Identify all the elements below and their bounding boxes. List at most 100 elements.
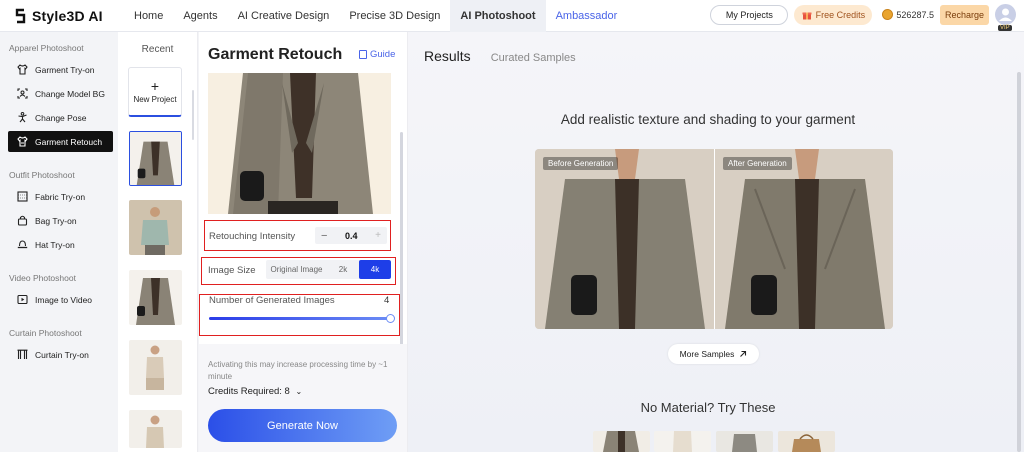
sidebar-item-label: Change Pose [35,112,87,123]
top-navigation-bar: Style3D AI Home Agents AI Creative Desig… [0,0,1024,32]
book-icon [359,50,367,59]
tab-results[interactable]: Results [424,48,471,64]
results-scrollbar[interactable] [1017,72,1021,452]
coin-icon [882,9,894,20]
recharge-button[interactable]: Recharge [939,4,989,25]
image-size-label: Image Size [208,265,256,276]
tab-curated-samples[interactable]: Curated Samples [491,52,576,64]
sidebar-item-image-to-video[interactable]: Image to Video [0,289,118,310]
more-samples-button[interactable]: More Samples [668,344,759,364]
my-projects-button[interactable]: My Projects [710,4,789,25]
avatar[interactable]: VIP [995,4,1016,31]
plus-icon: + [150,78,160,94]
sidebar-item-garment-try-on[interactable]: Garment Try-on [0,59,118,80]
panel-scrollbar[interactable] [400,132,403,352]
sidebar-item-label: Bag Try-on [35,215,77,226]
logo-text: Style3D AI [32,7,103,24]
sidebar-item-change-model-bg[interactable]: Change Model BG [0,83,118,104]
retouching-intensity-value[interactable]: 0.4 [345,231,358,241]
nav-ai-creative-design[interactable]: AI Creative Design [228,0,340,32]
section-title-apparel: Apparel Photoshoot [9,43,84,53]
sidebar-item-change-pose[interactable]: Change Pose [0,107,118,128]
fabric-icon [17,191,28,202]
nav-precise-3d-design[interactable]: Precise 3D Design [339,0,450,32]
guide-link[interactable]: Guide [359,49,395,60]
size-option-2k[interactable]: 2k [327,260,359,279]
results-area: Results Curated Samples Add realistic te… [407,32,1024,452]
main-nav: Home Agents AI Creative Design Precise 3… [124,0,627,32]
after-image [715,149,893,329]
minus-icon[interactable]: − [321,230,327,242]
nav-home[interactable]: Home [124,0,173,32]
credits-required[interactable]: Credits Required: 8 ⌄ [208,386,302,397]
slider-handle[interactable] [386,314,395,323]
sidebar-item-fabric-try-on[interactable]: Fabric Try-on [0,186,118,207]
sidebar-item-label: Garment Try-on [35,64,95,75]
retouching-intensity-stepper[interactable]: − 0.4 + [315,227,387,244]
retouching-intensity-label: Retouching Intensity [209,231,296,242]
before-after-comparison: Before Generation After Generation [535,149,893,329]
sample-material-4[interactable] [778,431,835,452]
results-headline: Add realistic texture and shading to you… [560,112,856,127]
sidebar-item-bag-try-on[interactable]: Bag Try-on [0,210,118,231]
guide-label: Guide [370,49,396,60]
sidebar-item-garment-retouch[interactable]: Garment Retouch [8,131,113,152]
more-samples-label: More Samples [679,349,735,359]
section-title-curtain: Curtain Photoshoot [9,328,82,338]
size-option-original[interactable]: Original Image [266,260,327,279]
nav-ai-photoshoot[interactable]: AI Photoshoot [450,0,546,32]
before-generation-label: Before Generation [543,157,619,170]
sample-material-1[interactable] [593,431,650,452]
recent-scrollbar[interactable] [192,90,194,140]
recent-thumbnail-1[interactable] [129,131,182,186]
chevron-down-icon: ⌄ [295,387,303,396]
retouch-shirt-icon [17,136,28,147]
sample-material-2[interactable] [654,431,711,452]
image-size-selector: Original Image 2k 4k [266,260,391,279]
hat-icon [17,240,28,249]
recent-thumbnail-5[interactable] [129,410,182,448]
recent-title: Recent [141,44,174,55]
new-project-button[interactable]: + New Project [128,67,182,117]
free-credits-button[interactable]: Free Credits [794,4,873,25]
generated-images-count: 4 [384,295,390,306]
free-credits-label: Free Credits [815,9,866,20]
recent-projects-column: Recent + New Project [118,32,198,452]
results-tabs: Results Curated Samples [424,48,576,64]
sidebar-item-hat-try-on[interactable]: Hat Try-on [0,234,118,255]
tool-sidebar: Apparel Photoshoot Garment Try-on Change… [0,32,118,452]
sidebar-item-label: Image to Video [35,294,93,305]
recent-thumbnail-3[interactable] [129,270,182,325]
shirt-icon [17,64,28,75]
sidebar-item-label: Curtain Try-on [35,349,89,360]
bag-icon [17,215,28,226]
size-option-4k[interactable]: 4k [359,260,391,279]
video-icon [17,294,28,305]
credit-balance-value: 526287.5 [896,9,934,20]
sidebar-item-label: Fabric Try-on [35,191,86,202]
plus-icon[interactable]: + [375,230,381,241]
recent-thumbnail-4[interactable] [129,340,182,395]
arrow-up-right-icon [740,350,747,357]
processing-time-note: Activating this may increase processing … [208,360,388,381]
generated-images-slider[interactable] [209,317,391,320]
pose-icon [18,112,27,123]
curtain-icon [17,349,28,359]
logo[interactable]: Style3D AI [14,8,124,24]
panel-title: Garment Retouch [208,46,343,63]
garment-retouch-panel: Garment Retouch Guide Retouching Intensi… [199,32,407,452]
after-generation-label: After Generation [723,157,792,170]
frame-person-icon [17,88,28,99]
recent-thumbnail-2[interactable] [129,200,182,255]
credit-balance: 526287.5 [878,5,934,25]
section-title-outfit: Outfit Photoshoot [9,170,75,180]
gift-icon [802,12,812,19]
sidebar-item-curtain-try-on[interactable]: Curtain Try-on [0,344,118,365]
nav-agents[interactable]: Agents [173,0,227,32]
generate-now-button[interactable]: Generate Now [208,409,397,442]
section-title-video: Video Photoshoot [9,273,76,283]
no-material-heading: No Material? Try These [640,400,776,415]
sample-material-3[interactable] [716,431,773,452]
nav-ambassador[interactable]: Ambassador [546,0,628,32]
sidebar-item-label: Change Model BG [35,88,105,99]
